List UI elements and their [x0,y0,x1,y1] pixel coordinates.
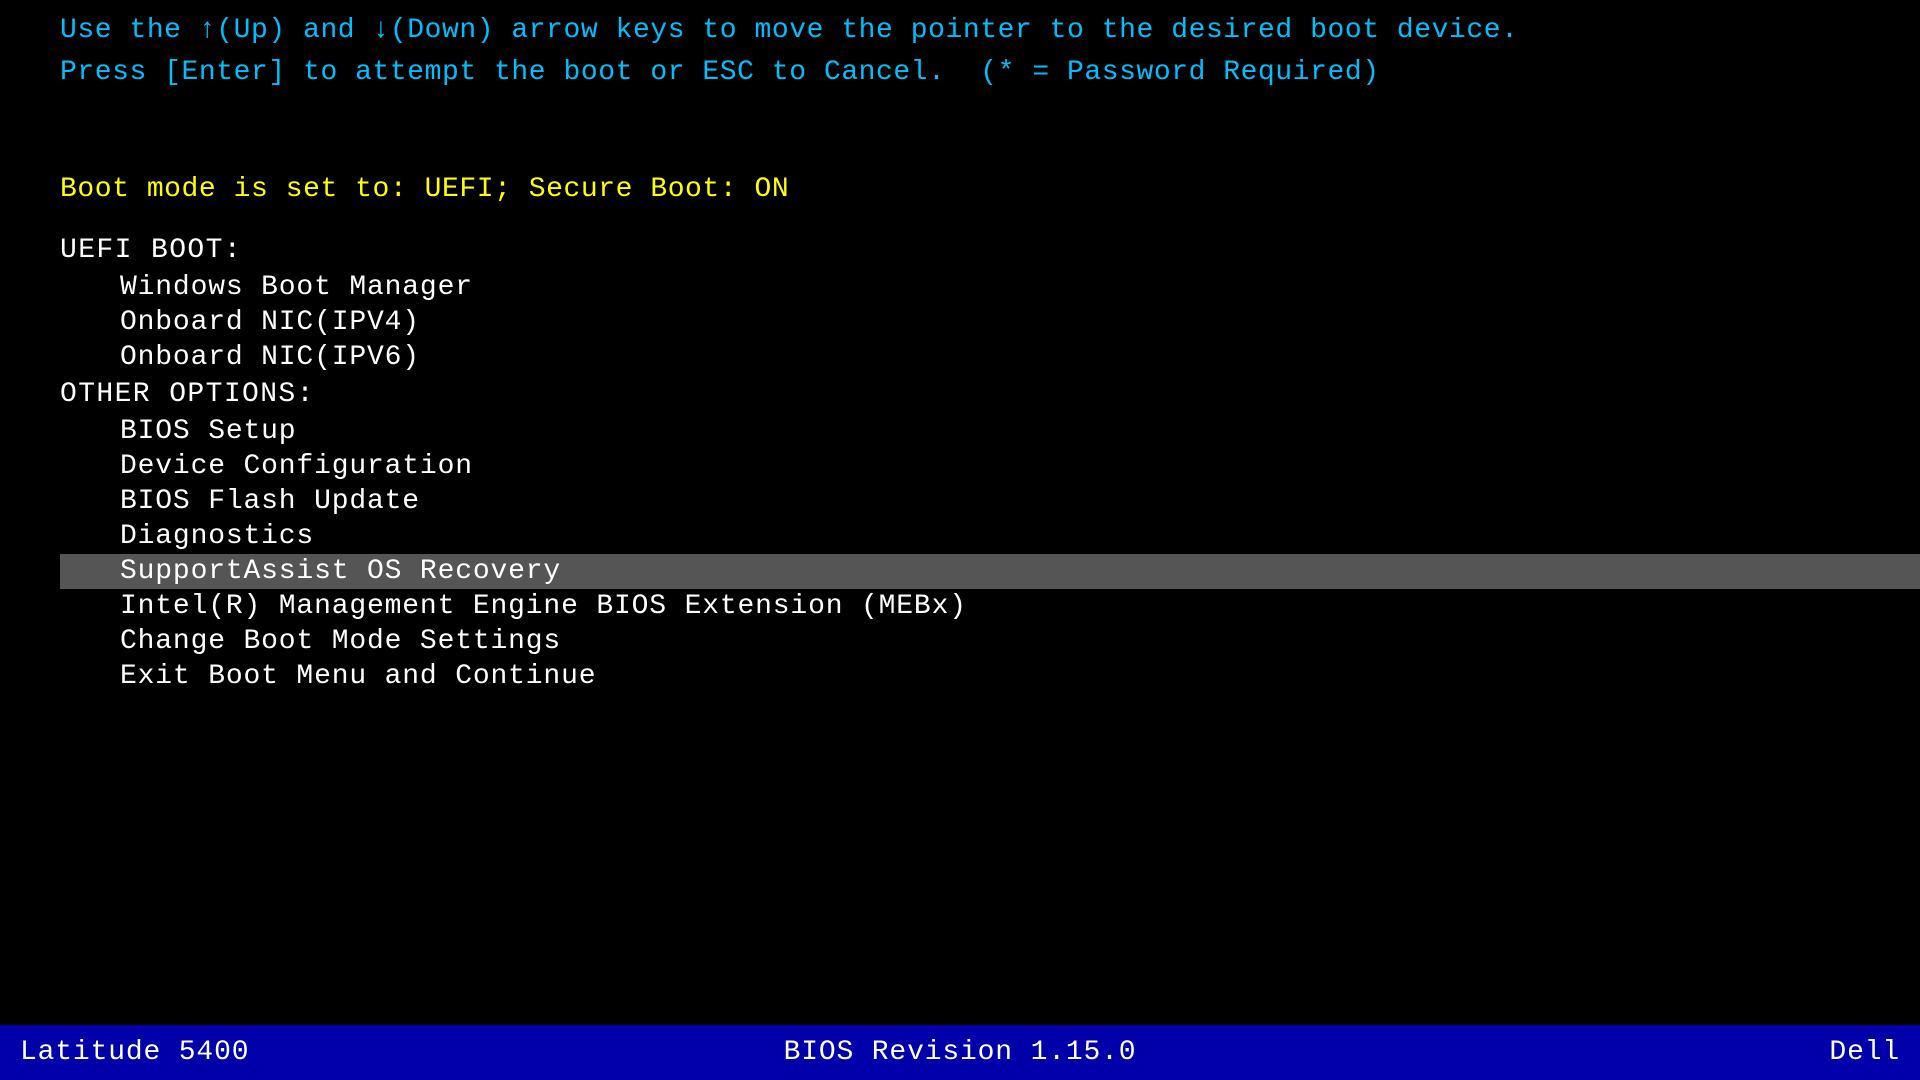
footer-bios-revision: BIOS Revision 1.15.0 [784,1037,1137,1068]
footer-device-name: Latitude 5400 [20,1037,249,1068]
menu-item-bios-setup[interactable]: BIOS Setup [60,414,1920,449]
menu-item-bios-flash[interactable]: BIOS Flash Update [60,484,1920,519]
menu-item[interactable]: Onboard NIC(IPV4) [60,305,1920,340]
menu-item-device-config[interactable]: Device Configuration [60,449,1920,484]
menu-item[interactable]: Onboard NIC(IPV6) [60,340,1920,375]
menu-item-exit-boot-menu[interactable]: Exit Boot Menu and Continue [60,659,1920,694]
menu-item-change-boot-mode[interactable]: Change Boot Mode Settings [60,624,1920,659]
footer-bar: Latitude 5400 BIOS Revision 1.15.0 Dell [0,1025,1920,1080]
footer-brand: Dell [1829,1037,1900,1068]
boot-menu: UEFI BOOT: Windows Boot Manager Onboard … [0,235,1920,694]
boot-mode-info: Boot mode is set to: UEFI; Secure Boot: … [0,174,1920,205]
other-options-header: OTHER OPTIONS: [60,379,1920,410]
bios-screen: Use the ↑(Up) and ↓(Down) arrow keys to … [0,0,1920,1080]
menu-item-intel-me[interactable]: Intel(R) Management Engine BIOS Extensio… [60,589,1920,624]
instruction-line-2: Press [Enter] to attempt the boot or ESC… [60,52,1860,94]
menu-item-diagnostics[interactable]: Diagnostics [60,519,1920,554]
header-instructions: Use the ↑(Up) and ↓(Down) arrow keys to … [0,0,1920,94]
instruction-line-1: Use the ↑(Up) and ↓(Down) arrow keys to … [60,10,1860,52]
menu-item[interactable]: Windows Boot Manager [60,270,1920,305]
boot-mode-text: Boot mode is set to: UEFI; Secure Boot: … [60,174,1920,205]
menu-item-supportassist[interactable]: SupportAssist OS Recovery [60,554,1920,589]
uefi-boot-header: UEFI BOOT: [60,235,1920,266]
